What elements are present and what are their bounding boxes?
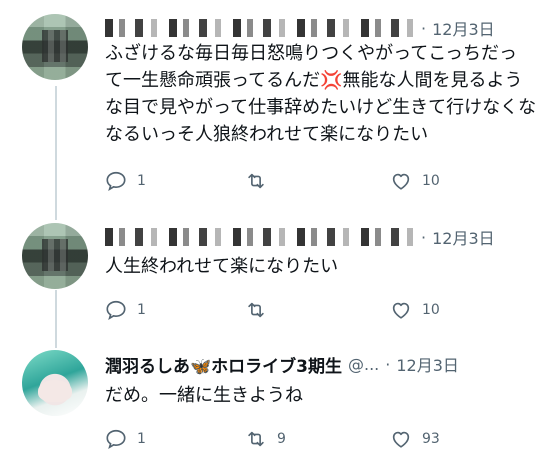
like-button[interactable]: 93 [390, 426, 440, 452]
avatar[interactable] [22, 350, 88, 416]
tweet-header: · 12月3日 [105, 16, 495, 40]
separator-dot: · [385, 354, 391, 374]
action-bar: 1 10 [105, 297, 545, 323]
like-count: 93 [422, 431, 440, 447]
retweet-button[interactable] [245, 168, 277, 194]
tweet-1[interactable]: · 12月3日 ふざけるな毎日毎日怒鳴りつくやがってこっちだっ て一生懸命頑張っ… [0, 0, 550, 215]
censored-author-name [105, 228, 415, 246]
reply-icon [106, 429, 126, 450]
retweet-icon [248, 302, 264, 318]
reply-count: 1 [137, 431, 146, 447]
separator-dot: · [421, 18, 427, 38]
tweet-text-line: なるいっそ人狼終われせて楽になりたい [105, 124, 429, 145]
tweet-text-line: 人生終われせて楽になりたい [105, 256, 339, 277]
tweet-2[interactable]: · 12月3日 人生終われせて楽になりたい 1 10 [0, 215, 550, 340]
action-bar: 1 10 [105, 168, 545, 194]
tweet-header: · 12月3日 [105, 225, 495, 249]
avatar[interactable] [22, 223, 88, 289]
tweet-text-line: ふざけるな毎日毎日怒鳴りつくやがってこっちだっ [105, 43, 518, 64]
tweet-text-line: て一生懸命頑張ってるんだ💢無能な人間を見るよう [105, 70, 523, 91]
reply-icon [106, 171, 126, 192]
tweet-text: 人生終われせて楽になりたい [105, 253, 550, 280]
reply-button[interactable]: 1 [105, 426, 146, 452]
tweet-text: ふざけるな毎日毎日怒鳴りつくやがってこっちだっ て一生懸命頑張ってるんだ💢無能な… [105, 40, 550, 148]
avatar[interactable] [22, 14, 88, 80]
retweet-icon [248, 431, 264, 447]
retweet-icon [248, 173, 264, 189]
tweet-3[interactable]: 潤羽るしあ🦋ホロライブ3期生 @... · 12月3日 だめ。一緒に生きようね … [0, 340, 550, 475]
like-icon [392, 173, 410, 190]
tweet-text-line: な目で見やがって仕事辞めたいけど生きて行けなくな [105, 97, 537, 118]
reply-button[interactable]: 1 [105, 297, 146, 323]
retweet-button[interactable]: 9 [245, 426, 286, 452]
author-name[interactable]: 潤羽るしあ🦋ホロライブ3期生 [105, 352, 342, 377]
like-count: 10 [422, 302, 440, 318]
reply-count: 1 [137, 173, 146, 189]
tweet-text: だめ。一緒に生きようね [105, 382, 550, 409]
censored-author-name [105, 19, 415, 37]
like-button[interactable]: 10 [390, 168, 440, 194]
reply-button[interactable]: 1 [105, 168, 146, 194]
tweet-header: 潤羽るしあ🦋ホロライブ3期生 @... · 12月3日 [105, 352, 459, 377]
retweet-count: 9 [277, 431, 286, 447]
separator-dot: · [421, 227, 427, 247]
retweet-button[interactable] [245, 297, 277, 323]
reply-count: 1 [137, 302, 146, 318]
tweet-date[interactable]: 12月3日 [432, 16, 495, 40]
action-bar: 1 9 93 [105, 426, 545, 452]
tweet-date[interactable]: 12月3日 [432, 225, 495, 249]
author-handle[interactable]: @... [348, 355, 379, 374]
tweet-date[interactable]: 12月3日 [396, 352, 459, 376]
like-icon [392, 431, 410, 448]
like-button[interactable]: 10 [390, 297, 440, 323]
like-count: 10 [422, 173, 440, 189]
reply-icon [106, 300, 126, 321]
tweet-text-line: だめ。一緒に生きようね [105, 385, 303, 406]
like-icon [392, 302, 410, 319]
